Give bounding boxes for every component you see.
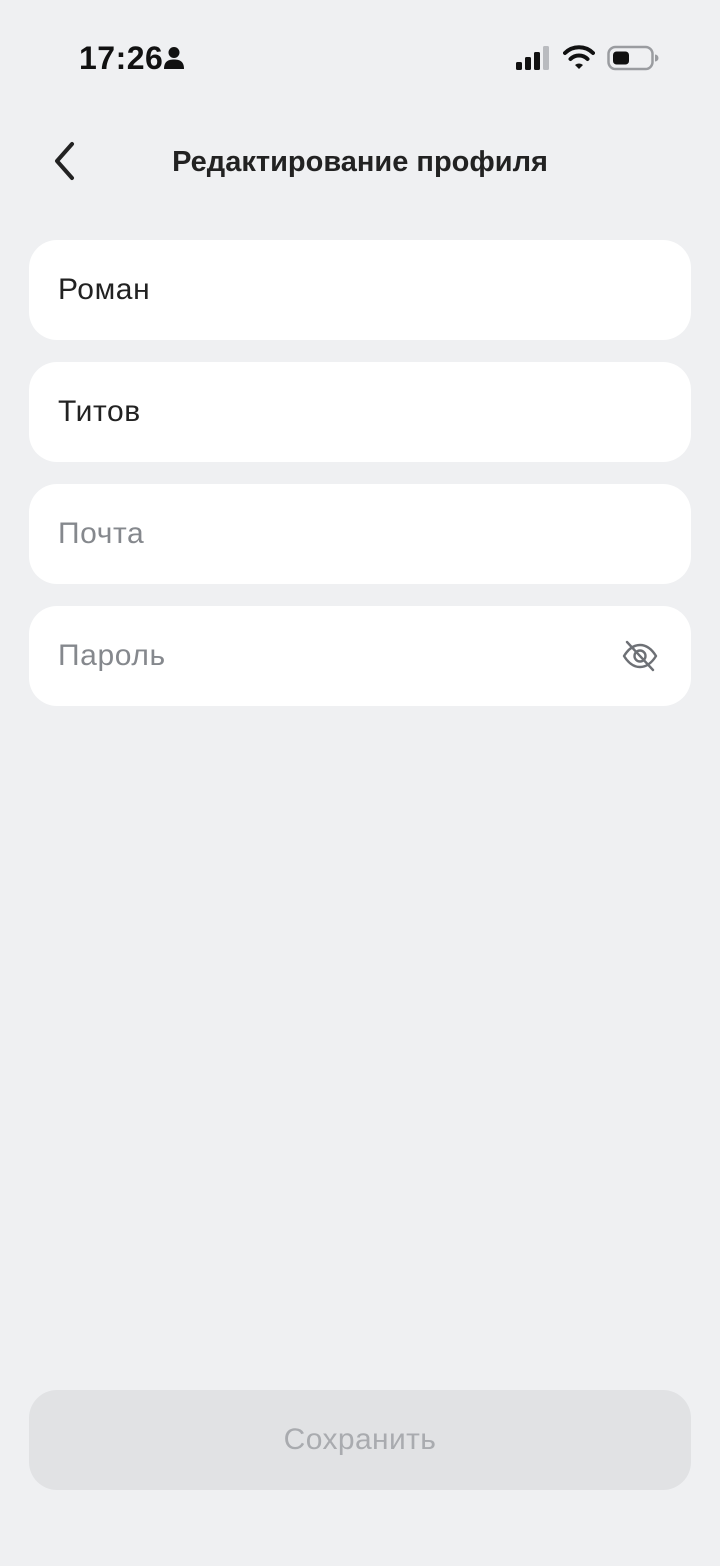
cellular-signal-icon [516, 46, 552, 70]
person-icon [163, 46, 185, 70]
password-field[interactable] [58, 606, 618, 706]
email-field[interactable] [58, 484, 618, 584]
last-name-field-container [29, 362, 691, 462]
first-name-field[interactable] [58, 240, 618, 340]
battery-icon [607, 45, 659, 71]
eye-slash-icon[interactable] [620, 638, 660, 674]
first-name-field-container [29, 240, 691, 340]
status-bar: 17:26 [0, 0, 720, 120]
status-time: 17:26 [79, 40, 164, 76]
wifi-icon [563, 44, 595, 70]
password-field-container [29, 606, 691, 706]
header: Редактирование профиля [0, 128, 720, 198]
page-title: Редактирование профиля [172, 146, 548, 178]
email-field-container [29, 484, 691, 584]
last-name-field[interactable] [58, 362, 618, 462]
save-button[interactable]: Сохранить [29, 1390, 691, 1490]
